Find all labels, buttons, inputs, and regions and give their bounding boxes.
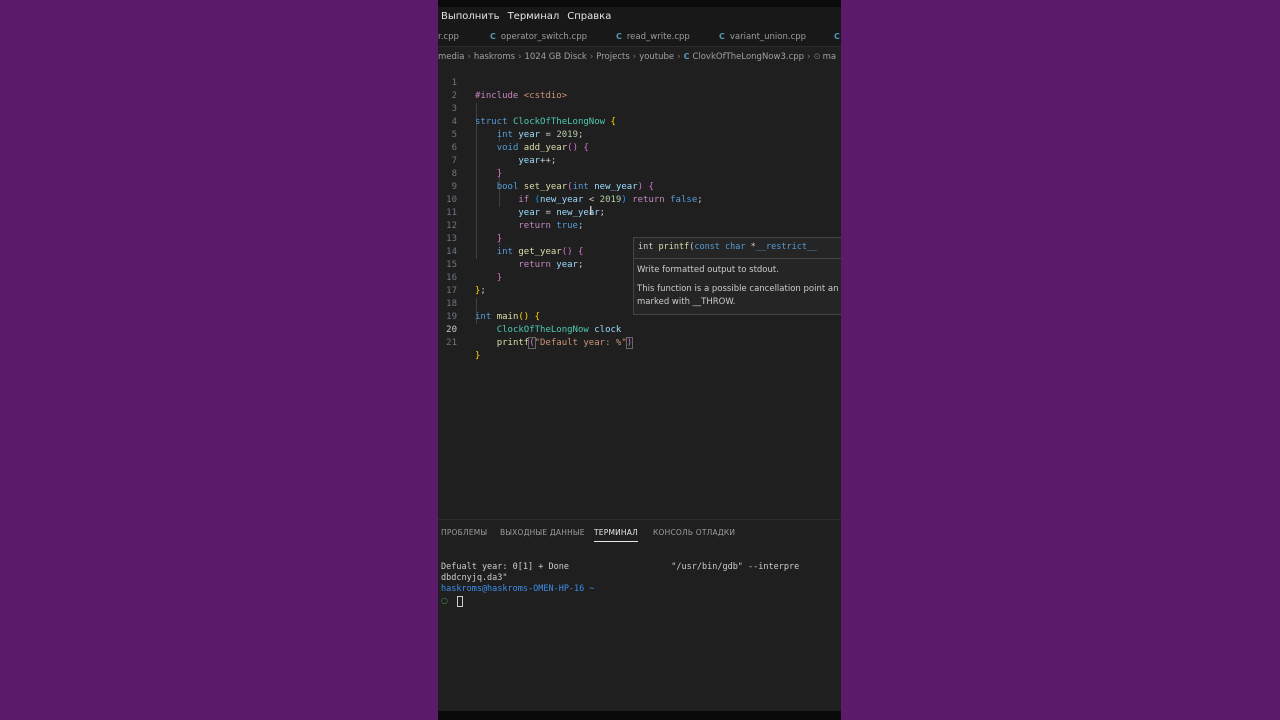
tab-label: r.cpp <box>438 31 459 42</box>
tab-label: variant_union.cpp <box>729 31 807 42</box>
cpp-file-icon: C <box>719 32 725 41</box>
terminal-output-line: Defualt year: 0[1] + Done "/usr/bin/gdb"… <box>441 562 800 572</box>
hover-divider <box>634 258 841 259</box>
code-text: printf("Default year: %") <box>496 337 634 349</box>
cpp-file-icon: C <box>616 32 622 41</box>
breadcrumb-file[interactable]: ClovkOfTheLongNow3.cpp <box>692 52 804 62</box>
hover-description: This function is a possible cancellation… <box>637 284 839 294</box>
code-line: 8 bool set_year(int new_year) { <box>438 155 841 192</box>
cpp-file-icon: C <box>490 32 496 41</box>
code-line: 11 return true; <box>438 194 841 231</box>
code-line: 3 struct ClockOfTheLongNow { <box>438 90 841 127</box>
breadcrumb-item[interactable]: media <box>438 52 464 62</box>
breadcrumb-item[interactable]: haskroms <box>474 52 515 62</box>
chevron-right-icon: › <box>467 51 471 62</box>
menu-bar: Выполнить Терминал Справка <box>438 7 841 26</box>
cpp-file-icon: C <box>683 52 690 61</box>
code-line: 12 } <box>438 207 841 244</box>
breadcrumb-item[interactable]: 1024 GB Disck <box>524 52 586 62</box>
tab-label: operator_switch.cpp <box>500 31 587 42</box>
menu-terminal[interactable]: Терминал <box>508 11 560 22</box>
chevron-right-icon: › <box>677 51 681 62</box>
tab-overflow[interactable]: C <box>834 26 841 46</box>
cpp-file-icon: C <box>834 32 840 41</box>
editor-tab-bar: r.cpp C operator_switch.cpp C read_write… <box>438 26 841 47</box>
tab-operator-switch[interactable]: C operator_switch.cpp <box>490 26 587 46</box>
symbol-icon: ⊙ <box>813 51 821 62</box>
bottom-panel: ПРОБЛЕМЫ ВЫХОДНЫЕ ДАННЫЕ ТЕРМИНАЛ КОНСОЛ… <box>438 519 841 711</box>
chevron-right-icon: › <box>807 51 811 62</box>
code-line: 21 } <box>438 324 841 361</box>
hover-description: marked with __THROW. <box>637 297 736 307</box>
mouse-ibeam-cursor-icon: I <box>589 204 593 218</box>
breadcrumb-item[interactable]: Projects <box>596 52 630 62</box>
bottom-letterbox <box>438 711 841 720</box>
code-line: 7 } <box>438 142 841 179</box>
chevron-right-icon: › <box>589 51 594 62</box>
terminal-output-line: dbdcnyjq.da3" <box>441 573 508 583</box>
panel-tabs: ПРОБЛЕМЫ ВЫХОДНЫЕ ДАННЫЕ ТЕРМИНАЛ КОНСОЛ… <box>438 525 841 543</box>
menu-help[interactable]: Справка <box>567 11 611 22</box>
chevron-right-icon: › <box>518 51 522 62</box>
chevron-right-icon: › <box>632 51 637 62</box>
code-line: 10 year = new_year; <box>438 181 841 218</box>
tab-output[interactable]: ВЫХОДНЫЕ ДАННЫЕ <box>500 528 585 537</box>
breadcrumb-symbol[interactable]: ma <box>823 52 837 62</box>
code-text: } <box>475 351 481 361</box>
code-line: 13 int get_year() { <box>438 220 841 257</box>
code-line: 1 #include <cstdio> <box>438 64 841 101</box>
tab-r-cpp[interactable]: r.cpp <box>438 26 459 46</box>
top-letterbox <box>438 0 841 7</box>
code-line: 9 if (new_year < 2019) return false; <box>438 168 841 205</box>
code-line: 6 year++; <box>438 129 841 166</box>
hover-description: Write formatted output to stdout. <box>637 265 779 275</box>
menu-run[interactable]: Выполнить <box>441 11 500 22</box>
code-line: 2 <box>438 77 841 101</box>
hover-tooltip: int printf(const char *__restrict__ Writ… <box>633 237 841 315</box>
tab-variant-union[interactable]: C variant_union.cpp <box>719 26 807 46</box>
code-editor[interactable]: 1 #include <cstdio> 2 3 struct ClockOfTh… <box>438 64 841 519</box>
breadcrumb: media › haskroms › 1024 GB Disck › Proje… <box>438 48 841 65</box>
prompt-circle-icon: ○ <box>441 596 448 605</box>
terminal-prompt: haskroms@haskroms-OMEN-HP-16 ~ <box>441 584 595 594</box>
code-line: 5 void add_year() { <box>438 116 841 153</box>
line-number: 21 <box>446 338 457 348</box>
tab-problems[interactable]: ПРОБЛЕМЫ <box>441 528 487 537</box>
hover-signature: int printf(const char *__restrict__ <box>638 242 818 252</box>
vscode-window: Выполнить Терминал Справка r.cpp C opera… <box>438 0 841 720</box>
terminal-cursor[interactable] <box>457 596 463 607</box>
tab-debug-console[interactable]: КОНСОЛЬ ОТЛАДКИ <box>653 528 735 537</box>
tab-label: read_write.cpp <box>626 31 690 42</box>
tab-read-write[interactable]: C read_write.cpp <box>616 26 690 46</box>
breadcrumb-item[interactable]: youtube <box>639 52 674 62</box>
tab-terminal[interactable]: ТЕРМИНАЛ <box>594 528 638 542</box>
code-line: 4 int year = 2019; <box>438 103 841 140</box>
